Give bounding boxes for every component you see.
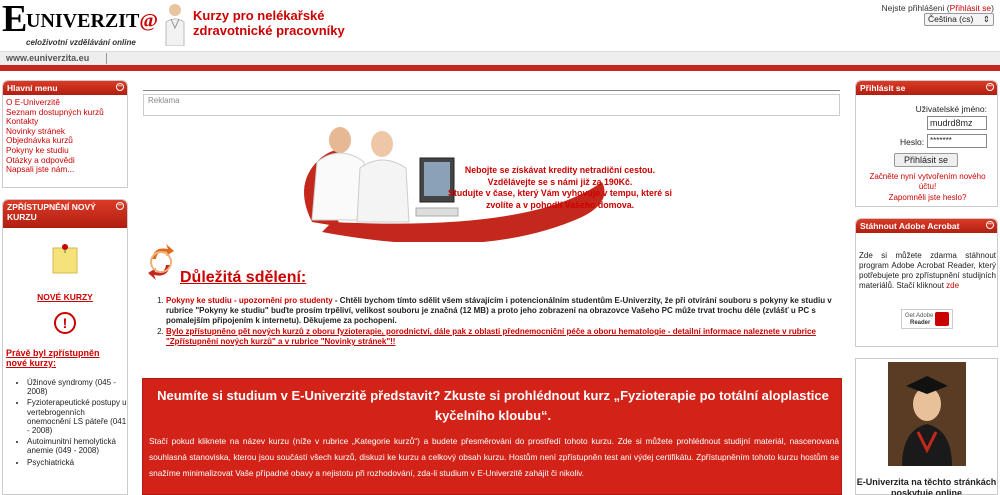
doctor-image xyxy=(165,4,185,46)
collapse-icon[interactable]: – xyxy=(116,202,124,210)
main-menu-block: Hlavní menu – O E-Univerzitě Seznam dostu… xyxy=(2,80,128,188)
login-status: Nejste přihlášeni (Přihlásit se) xyxy=(881,3,994,13)
refresh-arrows-icon xyxy=(148,244,174,280)
navbar-separator xyxy=(106,53,107,64)
password-label: Heslo: xyxy=(900,137,925,147)
logo-word: UNIVERZIT@ xyxy=(26,10,158,32)
menu-item: Napsali jste nám... xyxy=(6,164,75,175)
new-courses-block: ZPŘÍSTUPNĚNÍ NOVÝ KURZU – NOVÉ KURZY ! Pr… xyxy=(2,199,128,495)
acrobat-download-link[interactable]: zde xyxy=(946,281,959,290)
site-logo[interactable]: E UNIVERZIT@ celoživotní vzdělávání onli… xyxy=(2,0,160,47)
new-courses-list: Úžinové syndromy (045 - 2008) Fyzioterap… xyxy=(17,378,127,469)
select-arrow-icon: ⇕ xyxy=(982,14,990,24)
promo-title: Neumíte si studium v E-Univerzitě předst… xyxy=(157,388,829,423)
username-input[interactable]: mudrd8mz xyxy=(927,116,987,130)
collapse-icon[interactable]: – xyxy=(986,83,994,91)
header-login-link[interactable]: Přihlásit se xyxy=(950,3,992,13)
acrobat-text: Zde si můžete zdarma stáhnout program Ad… xyxy=(859,251,996,290)
promo-box: Neumíte si studium v E-Univerzitě předst… xyxy=(142,378,842,495)
notices-list: Pokyny ke studiu - upozornění pro studen… xyxy=(152,296,842,348)
navbar: www.euniverzita.eu xyxy=(0,51,1000,65)
login-button[interactable]: Přihlásit se xyxy=(894,153,958,167)
top-divider xyxy=(143,90,840,91)
promo-body: Stačí pokud kliknete na název kurzu (níž… xyxy=(149,436,839,478)
list-item: Úžinové syndromy (045 - 2008) xyxy=(27,378,127,396)
sticky-note-icon xyxy=(52,244,78,274)
graduate-block: E-Univerzita na těchto stránkách poskytu… xyxy=(855,358,998,495)
study-instructions-link[interactable]: Pokyny ke studiu - upozornění pro studen… xyxy=(166,296,333,305)
site-url: www.euniverzita.eu xyxy=(6,53,90,63)
get-adobe-reader-badge[interactable]: Get Adobe Reader xyxy=(901,309,953,329)
create-account-link[interactable]: Začněte nyní vytvořením nového účtu! xyxy=(860,172,995,192)
ad-label: Reklama xyxy=(148,96,180,105)
notice-item: Bylo zpřístupněno pět nových kurzů z obo… xyxy=(166,327,842,347)
logo-subtitle: celoživotní vzdělávání online xyxy=(26,38,136,47)
header-red-line xyxy=(0,65,1000,71)
new-courses-header: ZPŘÍSTUPNĚNÍ NOVÝ KURZU – xyxy=(3,200,127,228)
just-released-label: Právě byl zpřístupněn nové kurzy: xyxy=(6,348,100,368)
notice-item: Pokyny ke studiu - upozornění pro studen… xyxy=(166,296,842,326)
warning-icon: ! xyxy=(54,312,76,334)
main-menu-list: O E-Univerzitě Seznam dostupných kurzů K… xyxy=(3,95,127,178)
acrobat-block: Stáhnout Adobe Acrobat – Zde si můžete zd… xyxy=(855,218,998,347)
language-select[interactable]: Čeština (cs) ⇕ xyxy=(924,13,994,26)
main-menu-header: Hlavní menu – xyxy=(3,81,127,95)
new-courses-notice-link[interactable]: Bylo zpřístupněno pět nových kurzů z obo… xyxy=(166,327,816,346)
login-block: Přihlásit se – Uživatelské jméno: mudrd8m… xyxy=(855,80,998,207)
list-item: Autoimunitní hemolytická anemie (049 - 2… xyxy=(27,437,127,455)
new-courses-link[interactable]: NOVÉ KURZY xyxy=(3,292,127,302)
graduate-text: E-Univerzita na těchto stránkách poskytu… xyxy=(856,477,997,495)
adobe-reader-icon xyxy=(935,312,949,326)
header: E UNIVERZIT@ celoživotní vzdělávání onli… xyxy=(0,0,1000,50)
collapse-icon[interactable]: – xyxy=(986,221,994,229)
list-item: Fyzioterapeutické postupy u vertebrogenn… xyxy=(27,398,127,435)
acrobat-header: Stáhnout Adobe Acrobat – xyxy=(856,219,997,233)
login-header: Přihlásit se – xyxy=(856,81,997,95)
list-item: Psychiatrická xyxy=(27,458,127,467)
logo-letter: E xyxy=(2,0,28,40)
forgot-password-link[interactable]: Zapomněli jste heslo? xyxy=(860,193,995,202)
banner-text: Nebojte se získávat kredity netradiční c… xyxy=(448,165,672,210)
ad-box: Reklama xyxy=(143,94,840,116)
graduate-photo xyxy=(888,362,966,466)
collapse-icon[interactable]: – xyxy=(116,83,124,91)
username-label: Uživatelské jméno: xyxy=(915,104,987,114)
site-tagline: Kurzy pro nelékařské zdravotnické pracov… xyxy=(193,8,345,38)
important-notices-title: Důležitá sdělení: xyxy=(180,269,307,286)
password-input[interactable]: ******* xyxy=(927,134,987,148)
